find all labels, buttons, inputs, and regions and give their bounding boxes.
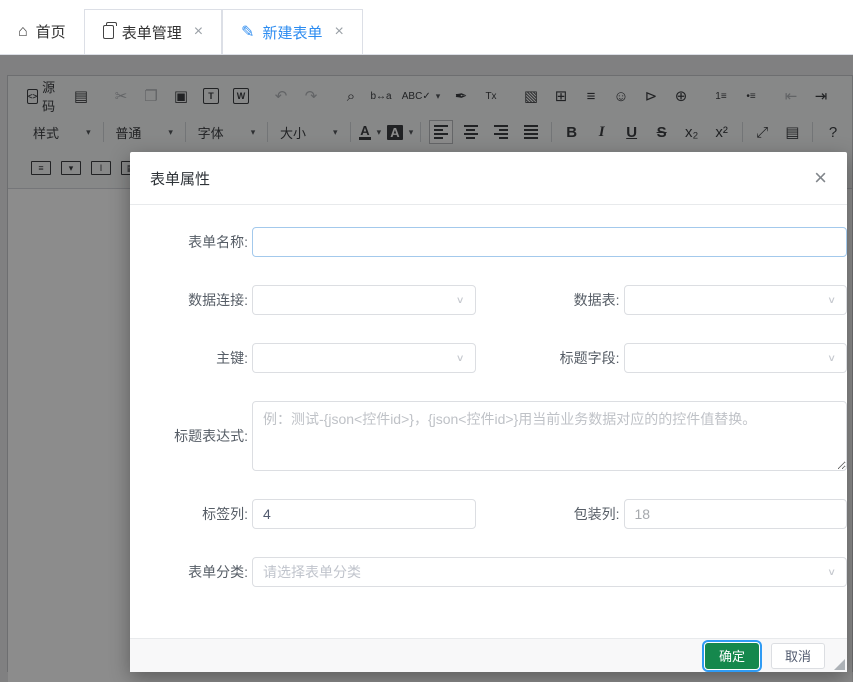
dialog-header: 表单属性 ×	[130, 152, 847, 205]
tab-home-label: 首页	[35, 24, 66, 41]
form-row-connection: 数据连接: ∨ 数据表: ∨	[130, 285, 847, 315]
wrap-column-input[interactable]	[623, 499, 847, 529]
dialog-title: 表单属性	[150, 170, 211, 188]
primary-key-select[interactable]: ∨	[252, 343, 476, 373]
form-category-label: 表单分类:	[188, 564, 248, 580]
ok-button[interactable]: 确定	[704, 642, 759, 669]
form-name-label: 表单名称:	[188, 234, 248, 250]
tab-form-management[interactable]: 表单管理 ×	[83, 9, 223, 54]
form-category-placeholder: 请选择表单分类	[263, 564, 361, 580]
title-field-select[interactable]: ∨	[623, 343, 847, 373]
chevron-down-icon: ∨	[455, 352, 465, 364]
close-icon[interactable]: ×	[814, 167, 827, 189]
chevron-down-icon: ∨	[455, 294, 465, 306]
data-connection-select[interactable]: ∨	[252, 285, 476, 315]
chevron-down-icon: ∨	[827, 294, 836, 306]
form-row-columns: 标签列: 包装列:	[130, 499, 847, 529]
cancel-button[interactable]: 取消	[770, 642, 825, 669]
form-row-expression: 标题表达式:	[130, 401, 847, 471]
tab-new-form-label: 新建表单	[262, 24, 323, 42]
tab-new-form[interactable]: ✎ 新建表单 ×	[222, 9, 363, 54]
form-row-key: 主键: ∨ 标题字段: ∨	[130, 343, 847, 373]
edit-icon: ✎	[241, 24, 255, 41]
form-name-input[interactable]	[252, 227, 847, 257]
form-row-name: 表单名称:	[130, 227, 847, 257]
form-category-select[interactable]: 请选择表单分类 ∨	[252, 557, 847, 587]
resize-handle[interactable]	[834, 659, 845, 670]
title-expression-textarea[interactable]	[252, 401, 847, 471]
chevron-down-icon: ∨	[827, 352, 836, 364]
data-connection-label: 数据连接:	[188, 292, 248, 308]
tab-form-management-label: 表单管理	[121, 24, 182, 42]
title-expression-label: 标题表达式:	[174, 428, 248, 444]
close-icon[interactable]: ×	[334, 23, 343, 41]
close-icon[interactable]: ×	[194, 23, 203, 41]
document-icon	[102, 22, 117, 39]
primary-key-label: 主键:	[216, 350, 248, 366]
data-table-select[interactable]: ∨	[623, 285, 847, 315]
form-properties-dialog: 表单属性 × 表单名称: 数据连接: ∨ 数据表: ∨ 主键: ∨ 标题字段: …	[130, 152, 847, 672]
label-column-label: 标签列:	[202, 506, 248, 522]
data-table-label: 数据表:	[573, 292, 620, 308]
form-row-category: 表单分类: 请选择表单分类 ∨	[130, 557, 847, 587]
tab-home[interactable]: ⌂ 首页	[0, 9, 84, 54]
home-icon: ⌂	[18, 22, 28, 40]
tab-bar: ⌂ 首页 表单管理 × ✎ 新建表单 ×	[0, 0, 853, 55]
wrap-column-label: 包装列:	[573, 506, 620, 522]
dialog-body: 表单名称: 数据连接: ∨ 数据表: ∨ 主键: ∨ 标题字段: ∨ 标题表达式…	[130, 205, 847, 638]
chevron-down-icon: ∨	[827, 566, 836, 578]
title-field-label: 标题字段:	[559, 350, 620, 366]
label-column-input[interactable]	[252, 499, 476, 529]
dialog-footer: 确定 取消	[130, 638, 847, 672]
